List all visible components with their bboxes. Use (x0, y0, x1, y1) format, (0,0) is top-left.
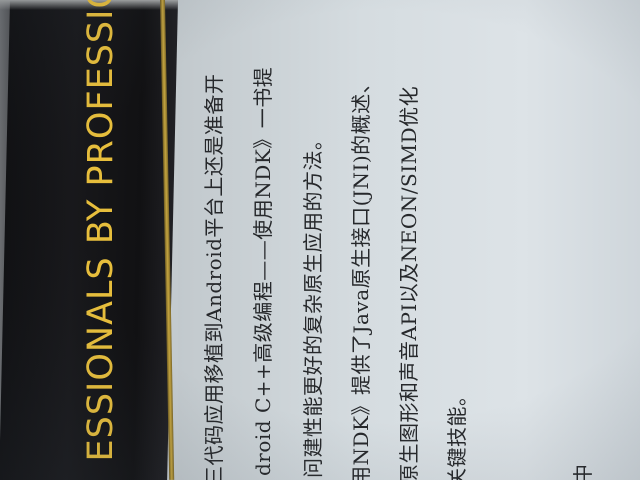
body-line-7: 中 (571, 463, 595, 480)
body-line-6: 关键技能。 (445, 385, 469, 480)
body-line-3: 问建性能更好的复杂原生应用的方法。 (301, 129, 325, 479)
body-line-5: 原生图形和声音API以及NEON/SIMD优化 (397, 85, 421, 480)
body-line-4: 用NDK》提供了Java原生接口(JNI)的概述、 (349, 72, 373, 480)
body-line-1: 三代码应用移植到Android平台上还是准备开 (202, 73, 226, 480)
book-photo: ESSIONALS BY PROFESSIO 三代码应用移植到Android平台… (0, 0, 640, 480)
spine-tagline: ESSIONALS BY PROFESSIO (81, 0, 121, 462)
body-line-2: droid C++高级编程——使用NDK》一书提 (251, 66, 275, 476)
